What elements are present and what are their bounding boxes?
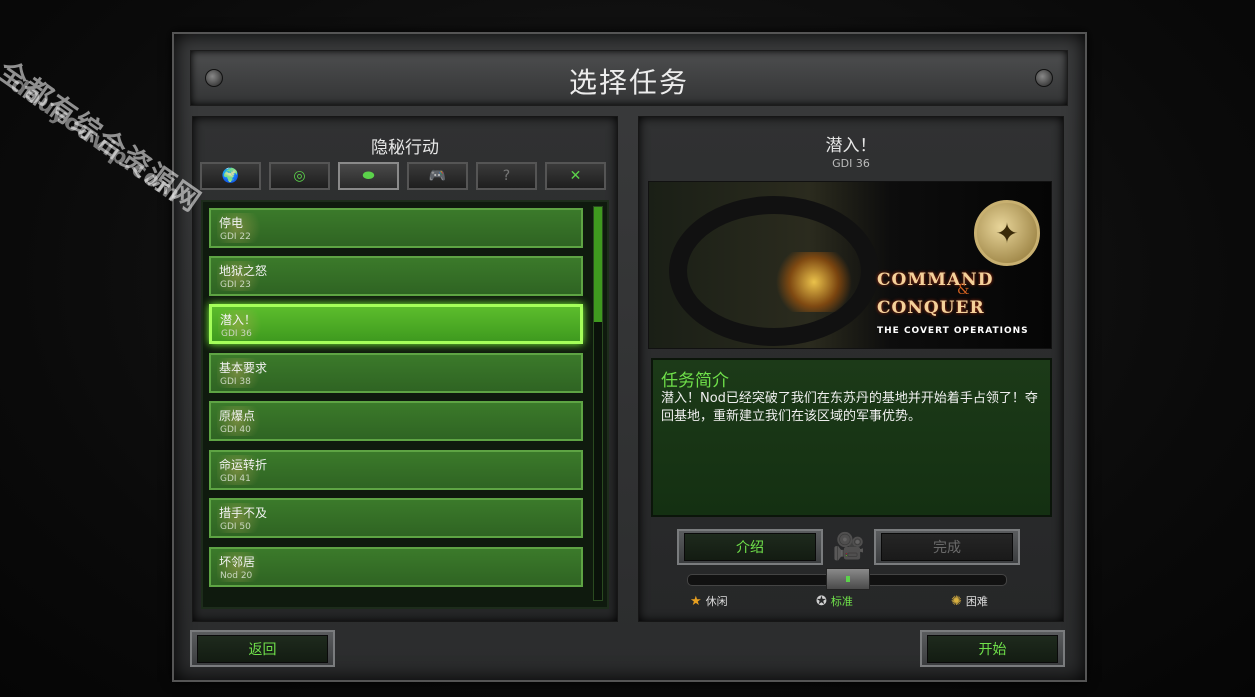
back-button-label: 返回 [197,634,328,663]
title-bar: 选择任务 [190,50,1068,106]
mission-item[interactable]: 原爆点 GDI 40 [209,401,583,441]
mission-code: GDI 50 [220,522,251,532]
difficulty-slider-knob[interactable] [826,568,870,590]
difficulty-easy[interactable]: ★ 休闲 [690,593,728,609]
mission-item-selected[interactable]: 潜入！ GDI 36 [209,304,583,344]
difficulty-hard[interactable]: ✺ 困难 [951,593,988,609]
star-icon: ★ [690,593,702,609]
difficulty-normal[interactable]: ✪ 标准 [816,593,853,609]
tools-icon: ✕ [569,168,582,184]
mission-list: 停电 GDI 22 地狱之怒 GDI 23 潜入！ GDI 36 基本要求 GD… [201,200,609,609]
mission-name: 潜入！ [220,313,257,327]
tab-globe[interactable]: 🌍 [200,162,261,190]
tab-scorpion[interactable]: ◎ [269,162,330,190]
gdi-eagle-icon: ✦ [974,200,1040,266]
question-icon: ? [502,168,511,184]
logo-subtitle: THE COVERT OPERATIONS [877,326,1029,336]
start-button[interactable]: 开始 [920,630,1065,667]
complete-button[interactable]: 完成 [874,529,1020,565]
wings-icon: ✺ [951,593,962,609]
mission-item[interactable]: 基本要求 GDI 38 [209,353,583,393]
campaign-tabs: 🌍 ◎ ⬬ 🎮 ? ✕ [200,162,606,190]
mission-item[interactable]: 地狱之怒 GDI 23 [209,256,583,296]
mission-name: 原爆点 [219,409,256,423]
mission-title: 潜入！ [825,136,877,156]
mission-banner-image: ✦ COMMAND & CONQUER THE COVERT OPERATION… [648,181,1052,349]
shield-icon: ✪ [816,593,827,609]
mission-item[interactable]: 坏邻居 Nod 20 [209,547,583,587]
goggles-icon: ⬬ [362,168,375,184]
mission-list-scrollbar[interactable] [593,206,603,601]
mission-code: GDI 38 [220,377,251,387]
intro-button-label: 介绍 [684,533,816,561]
mission-code: Nod 20 [220,571,253,581]
mission-code: GDI 36 [221,329,252,339]
page-title: 选择任务 [568,66,689,99]
tab-question[interactable]: ? [476,162,537,190]
logo-conquer: CONQUER [877,298,985,318]
back-button[interactable]: 返回 [190,630,335,667]
mission-item[interactable]: 措手不及 GDI 50 [209,498,583,538]
mission-code: GDI 36 [832,157,870,170]
mission-code: GDI 23 [220,280,251,290]
tab-gamepad[interactable]: 🎮 [407,162,468,190]
briefing-box: 任务简介 潜入！Nod已经突破了我们在东苏丹的基地并开始着手占领了！夺回基地，重… [651,358,1052,517]
mission-item[interactable]: 停电 GDI 22 [209,208,583,248]
intro-button[interactable]: 介绍 [677,529,823,565]
mission-code: GDI 40 [220,425,251,435]
mission-name: 措手不及 [219,506,268,520]
gamepad-icon: 🎮 [428,168,447,184]
muzzle-flash [769,252,859,312]
difficulty-normal-label: 标准 [830,595,853,608]
mission-name: 基本要求 [219,361,268,375]
start-button-label: 开始 [927,634,1058,663]
scrollbar-thumb[interactable] [594,207,602,322]
difficulty-hard-label: 困难 [965,595,988,608]
mission-name: 命运转折 [219,458,268,472]
camera-icon: 🎥 [832,532,866,562]
campaign-heading: 隐秘行动 [371,138,439,158]
mission-name: 停电 [219,216,244,230]
mission-code: GDI 22 [220,232,251,242]
briefing-heading: 任务简介 [661,371,729,391]
tab-tools[interactable]: ✕ [545,162,606,190]
mission-code: GDI 41 [220,474,251,484]
globe-icon: 🌍 [221,168,240,184]
mission-name: 地狱之怒 [219,264,268,278]
difficulty-easy-label: 休闲 [705,595,728,608]
logo-command: COMMAND [877,270,994,290]
tab-goggles[interactable]: ⬬ [338,162,399,190]
mission-item[interactable]: 命运转折 GDI 41 [209,450,583,490]
briefing-text: 潜入！Nod已经突破了我们在东苏丹的基地并开始着手占领了！夺回基地，重新建立我们… [661,391,1038,424]
watermark-url: douyouvip.com [5,72,186,209]
mission-name: 坏邻居 [219,555,256,569]
logo-ampersand: & [957,282,970,298]
scorpion-icon: ◎ [293,168,306,184]
complete-button-label: 完成 [881,533,1013,561]
